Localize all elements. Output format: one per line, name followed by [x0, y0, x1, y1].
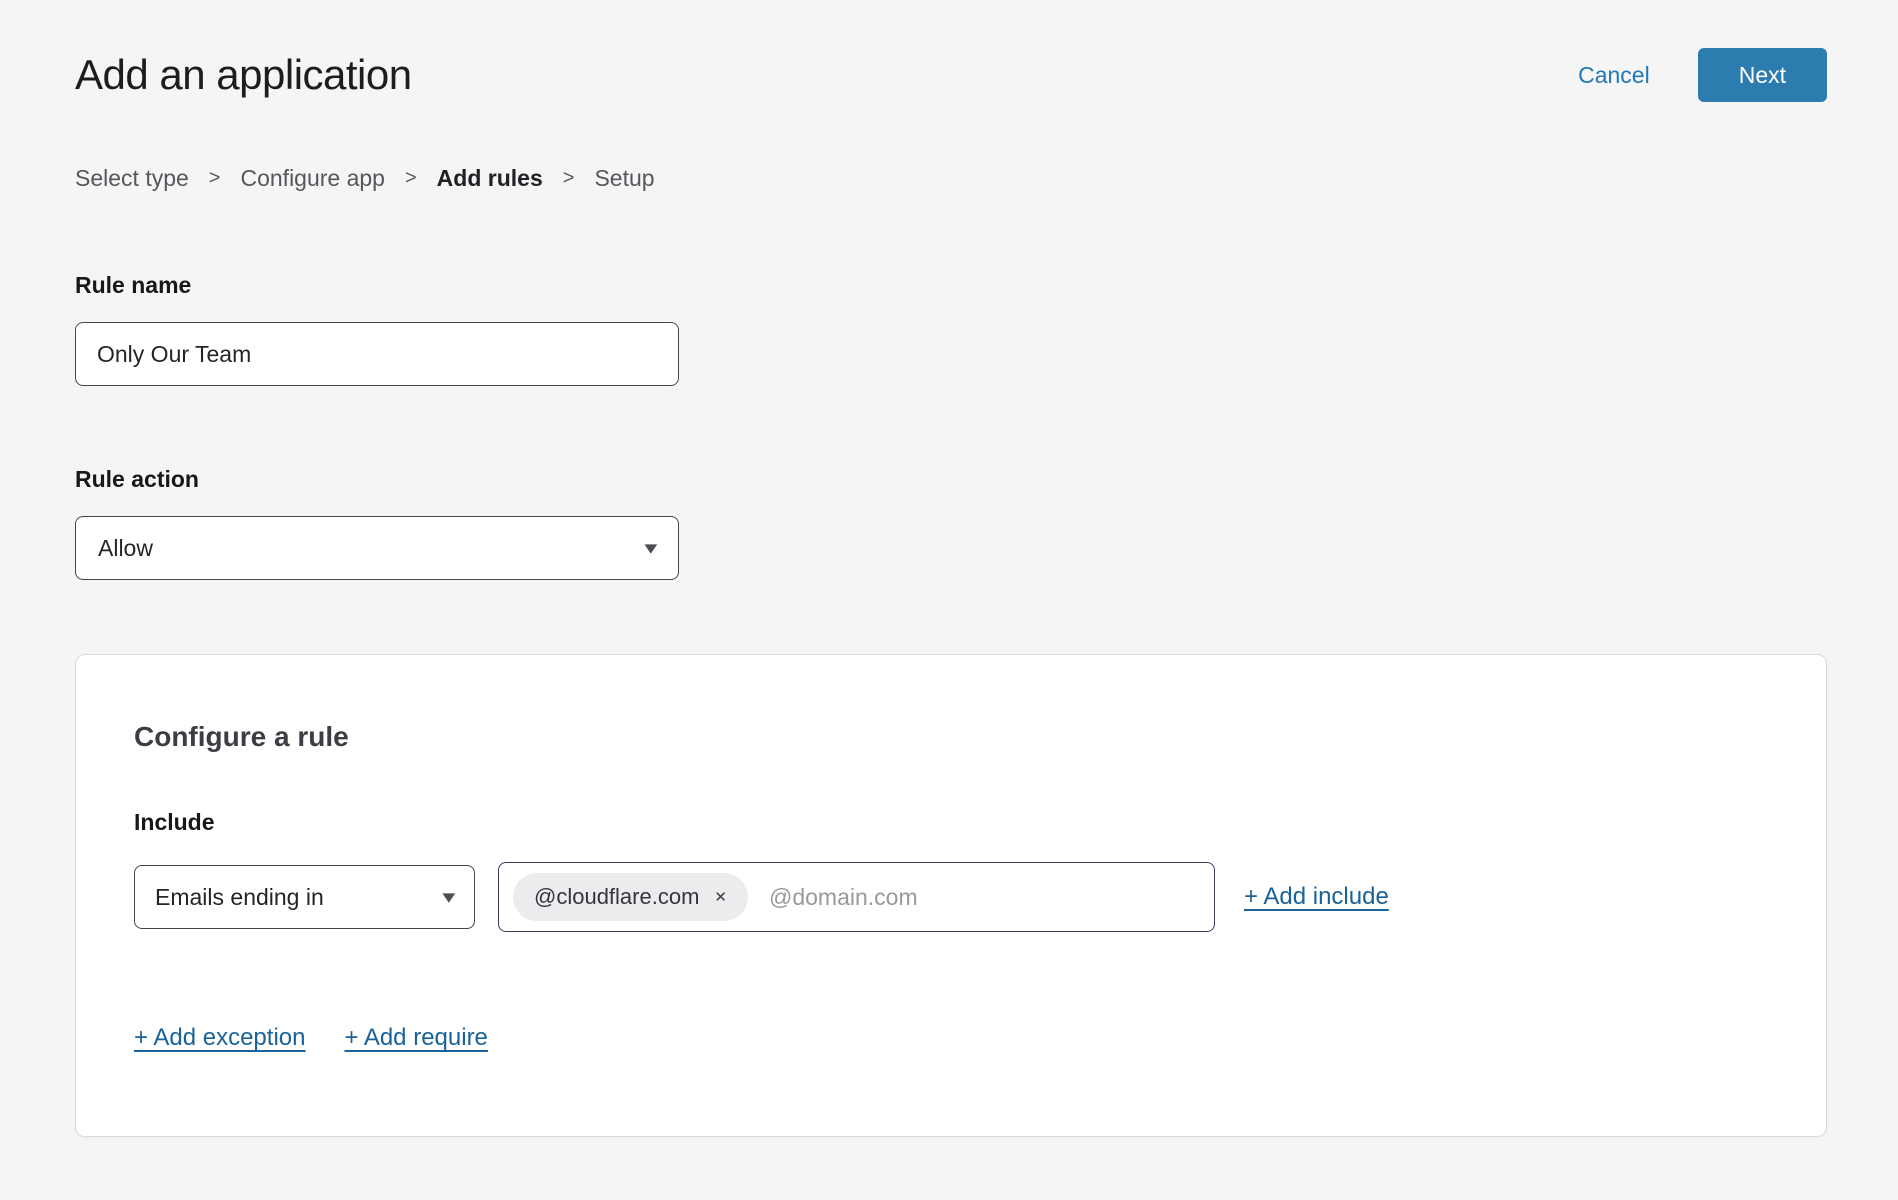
card-title: Configure a rule: [134, 721, 1768, 753]
include-label: Include: [134, 809, 1768, 836]
page-header: Add an application Cancel Next: [75, 0, 1827, 102]
chevron-down-icon: ▾: [443, 888, 456, 907]
breadcrumb-separator: >: [209, 167, 221, 190]
configure-rule-card: Configure a rule Include Emails ending i…: [75, 654, 1827, 1137]
include-criteria-select[interactable]: Emails ending in ▾: [134, 865, 475, 929]
add-include-link[interactable]: + Add include: [1244, 883, 1389, 911]
breadcrumb-separator: >: [563, 167, 575, 190]
rule-action-label: Rule action: [75, 466, 1827, 493]
cancel-button[interactable]: Cancel: [1578, 62, 1650, 89]
add-require-link[interactable]: + Add require: [344, 1024, 487, 1052]
add-exception-link[interactable]: + Add exception: [134, 1024, 305, 1052]
next-button[interactable]: Next: [1698, 48, 1827, 102]
breadcrumb: Select type > Configure app > Add rules …: [75, 165, 1827, 192]
header-actions: Cancel Next: [1578, 48, 1827, 102]
chevron-down-icon: ▾: [645, 539, 658, 558]
remove-chip-icon[interactable]: ✕: [714, 890, 727, 905]
breadcrumb-step-configure-app[interactable]: Configure app: [240, 165, 385, 192]
rule-action-value: Allow: [98, 535, 153, 562]
email-domain-input-box[interactable]: @cloudflare.com ✕: [498, 862, 1215, 932]
page: Add an application Cancel Next Select ty…: [0, 0, 1898, 1137]
rule-name-label: Rule name: [75, 272, 1827, 299]
breadcrumb-step-setup[interactable]: Setup: [594, 165, 654, 192]
include-criteria-value: Emails ending in: [155, 884, 324, 911]
rule-links-row: + Add exception + Add require: [134, 1024, 1768, 1052]
rule-action-select[interactable]: Allow ▾: [75, 516, 679, 580]
email-domain-input[interactable]: [769, 884, 1200, 911]
include-rule-row: Emails ending in ▾ @cloudflare.com ✕ + A…: [134, 862, 1768, 932]
email-domain-chip: @cloudflare.com ✕: [513, 873, 748, 921]
breadcrumb-separator: >: [405, 167, 417, 190]
rule-name-input[interactable]: [75, 322, 679, 386]
page-title: Add an application: [75, 51, 412, 99]
breadcrumb-step-add-rules: Add rules: [437, 165, 543, 192]
chip-label: @cloudflare.com: [534, 884, 699, 910]
breadcrumb-step-select-type[interactable]: Select type: [75, 165, 189, 192]
